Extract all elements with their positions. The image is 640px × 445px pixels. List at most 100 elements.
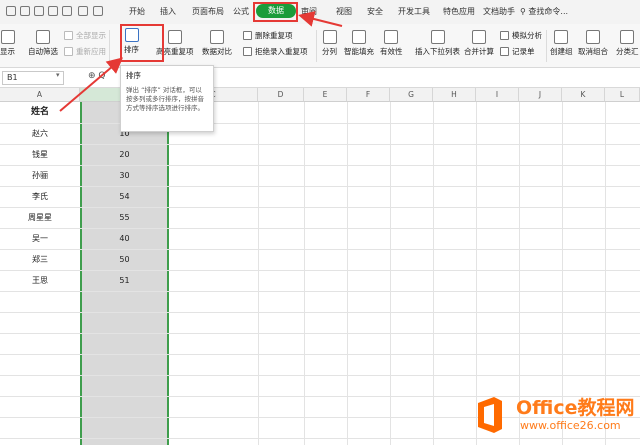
command-search-label: 查找命令... <box>528 7 569 16</box>
record-form-button[interactable]: 记录单 <box>500 46 535 57</box>
reject-dup-icon <box>243 47 252 56</box>
column-header-h[interactable]: H <box>433 88 476 102</box>
show-all-filter-button[interactable]: 全部显示 <box>64 30 106 41</box>
split-icon <box>322 30 337 44</box>
cell-price[interactable]: 20 <box>80 144 169 165</box>
insert-dropdown-label: 插入下拉列表 <box>415 47 460 56</box>
delete-duplicates-button[interactable]: 删除重复项 <box>243 30 293 41</box>
watermark-brand: Office教程网 <box>516 397 635 419</box>
refresh-filter-icon <box>64 47 73 56</box>
column-header-f[interactable]: F <box>347 88 390 102</box>
menu-special-apps[interactable]: 特色应用 <box>443 6 475 17</box>
redo-icon[interactable] <box>78 6 88 16</box>
column-header-a[interactable]: A <box>0 88 80 102</box>
ungroup-icon <box>586 30 600 44</box>
cell-a1-header[interactable]: 姓名 <box>0 102 80 123</box>
ribbon-divider <box>109 30 110 62</box>
formula-bar: B1 ▾ ⊕ Q <box>0 68 640 88</box>
gridline <box>347 102 348 445</box>
reject-duplicates-button[interactable]: 拒绝录入重复项 <box>243 46 308 57</box>
menu-review[interactable]: 审阅 <box>301 6 317 17</box>
name-box[interactable]: B1 <box>2 71 64 85</box>
menu-insert[interactable]: 插入 <box>160 6 176 17</box>
menu-doc-assistant[interactable]: 文档助手 <box>483 6 515 17</box>
print-preview-icon[interactable] <box>34 6 44 16</box>
gridline <box>0 375 640 376</box>
undo-icon[interactable] <box>62 6 72 16</box>
menu-formula[interactable]: 公式 <box>233 6 249 17</box>
export-pdf-icon[interactable] <box>48 6 58 16</box>
simulation-analysis-button[interactable]: 模拟分析 <box>500 30 542 41</box>
cell-name[interactable]: 孙骊 <box>0 165 80 186</box>
gridline <box>390 102 391 445</box>
column-header-k[interactable]: K <box>562 88 605 102</box>
gridline <box>0 312 640 313</box>
column-header-i[interactable]: I <box>476 88 519 102</box>
insert-dropdown-button[interactable]: 插入下拉列表 <box>415 30 460 57</box>
save-icon[interactable] <box>6 6 16 16</box>
data-compare-label: 数据对比 <box>202 47 232 56</box>
cell-price[interactable]: 55 <box>80 207 169 228</box>
sort-button-highlight <box>120 24 164 62</box>
auto-filter-button[interactable]: 自动筛选 <box>28 30 58 57</box>
cell-price[interactable]: 54 <box>80 186 169 207</box>
auto-filter-label: 自动筛选 <box>28 47 58 56</box>
menu-view[interactable]: 视图 <box>336 6 352 17</box>
show-button[interactable]: 显示 <box>0 30 15 57</box>
validity-button[interactable]: 有效性 <box>380 30 403 57</box>
menu-dev-tools[interactable]: 开发工具 <box>398 6 430 17</box>
command-search[interactable]: ⚲ 查找命令... <box>520 6 568 17</box>
tooltip-body: 弹出 “排序” 对话框，可以按多列或多行排序，按拼音方式等排序选项进行排序。 <box>126 86 204 112</box>
validity-icon <box>384 30 399 44</box>
record-form-label: 记录单 <box>512 47 535 56</box>
cell-name[interactable]: 郑三 <box>0 249 80 270</box>
gridline <box>433 102 434 445</box>
create-group-button[interactable]: 创建组 <box>550 30 573 57</box>
record-icon <box>500 47 509 56</box>
highlight-icon <box>167 30 182 44</box>
reapply-button[interactable]: 重新应用 <box>64 46 106 57</box>
menu-security[interactable]: 安全 <box>367 6 383 17</box>
chevron-down-icon[interactable]: ▾ <box>56 71 60 79</box>
print-icon[interactable] <box>20 6 30 16</box>
ungroup-button[interactable]: 取消组合 <box>578 30 608 57</box>
cell-name[interactable]: 吴一 <box>0 228 80 249</box>
cell-name[interactable]: 赵六 <box>0 123 80 144</box>
simulation-icon <box>500 31 509 40</box>
menu-page-layout[interactable]: 页面布局 <box>192 6 224 17</box>
cell-price[interactable]: 51 <box>80 270 169 291</box>
menu-home[interactable]: 开始 <box>129 6 145 17</box>
cell-name[interactable]: 周星星 <box>0 207 80 228</box>
column-header-g[interactable]: G <box>390 88 433 102</box>
cell-name[interactable]: 李氏 <box>0 186 80 207</box>
search-icon: ⚲ <box>520 7 526 16</box>
split-column-button[interactable]: 分列 <box>322 30 337 57</box>
subtotal-button[interactable]: 分类汇 <box>616 30 639 57</box>
merge-calc-button[interactable]: 合并计算 <box>464 30 494 57</box>
data-compare-button[interactable]: 数据对比 <box>202 30 232 57</box>
cell-name[interactable]: 钱星 <box>0 144 80 165</box>
smart-fill-icon <box>352 30 366 44</box>
show-label: 显示 <box>0 47 15 56</box>
gridline <box>0 354 640 355</box>
cell-price[interactable]: 50 <box>80 249 169 270</box>
column-header-l[interactable]: L <box>605 88 640 102</box>
column-header-e[interactable]: E <box>304 88 347 102</box>
office-logo-icon <box>478 397 502 433</box>
cell-name[interactable]: 王思 <box>0 270 80 291</box>
validity-label: 有效性 <box>380 47 403 56</box>
spreadsheet-grid[interactable]: A B C D E F G H I J K L 姓名 价 赵六 10 钱星 20… <box>0 88 640 445</box>
smart-fill-button[interactable]: 智能填充 <box>344 30 374 57</box>
gridline <box>0 333 640 334</box>
column-header-j[interactable]: J <box>519 88 562 102</box>
cell-price[interactable]: 40 <box>80 228 169 249</box>
funnel-icon <box>64 31 73 40</box>
cell-price[interactable]: 30 <box>80 165 169 186</box>
customize-toolbar-icon[interactable] <box>93 6 103 16</box>
group-icon <box>554 30 569 44</box>
column-header-d[interactable]: D <box>258 88 304 102</box>
delete-duplicates-label: 删除重复项 <box>255 31 293 40</box>
zoom-icon[interactable]: ⊕ Q <box>88 71 106 81</box>
sort-tooltip: 排序 弹出 “排序” 对话框，可以按多列或多行排序，按拼音方式等排序选项进行排序… <box>120 65 214 132</box>
split-label: 分列 <box>322 47 337 56</box>
